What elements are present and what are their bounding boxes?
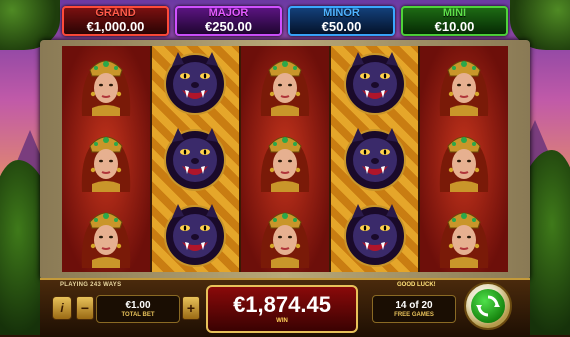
ways-text: PLAYING 243 WAYS [60, 282, 122, 288]
good-luck-text: GOOD LUCK! [397, 282, 436, 288]
reel-2 [151, 46, 240, 272]
decrease-bet-button[interactable]: − [76, 296, 94, 320]
minus-icon: − [80, 300, 90, 316]
woman-symbol [241, 198, 329, 272]
win-label: WIN [276, 318, 288, 324]
free-games-label: FREE GAMES [394, 311, 434, 318]
panther-symbol [331, 46, 419, 120]
jackpot-mini-name: MINI [442, 7, 467, 19]
spin-button-face [471, 289, 505, 323]
woman-symbol [420, 46, 508, 120]
panther-symbol [152, 122, 240, 196]
jackpot-major: MAJOR €250.00 [175, 6, 282, 36]
woman-symbol [62, 122, 150, 196]
woman-symbol [62, 46, 150, 120]
plus-icon: + [186, 300, 196, 316]
woman-symbol [62, 198, 150, 272]
jackpot-mini-value: €10.00 [434, 19, 475, 34]
win-display: €1,874.45 WIN [206, 285, 358, 333]
win-value: €1,874.45 [233, 292, 331, 317]
total-bet-value: €1.00 [125, 299, 151, 311]
free-games-value: 14 of 20 [395, 299, 433, 311]
increase-bet-button[interactable]: + [182, 296, 200, 320]
info-button[interactable]: i [52, 296, 72, 320]
reel-grid [62, 46, 508, 272]
jackpot-mini: MINI €10.00 [401, 6, 508, 36]
reel-5 [420, 46, 508, 272]
woman-symbol [420, 122, 508, 196]
woman-symbol [420, 198, 508, 272]
spin-arrows-icon [476, 295, 500, 317]
reel-3 [241, 46, 329, 272]
total-bet-display: €1.00 TOTAL BET [96, 295, 180, 323]
free-games-display: 14 of 20 FREE GAMES [372, 295, 456, 323]
panther-symbol [331, 198, 419, 272]
reel-4 [330, 46, 419, 272]
jackpot-major-value: €250.00 [205, 19, 252, 34]
jackpot-minor-name: MINOR [323, 7, 360, 19]
spin-button[interactable] [464, 282, 512, 330]
jackpot-grand: GRAND €1,000.00 [62, 6, 169, 36]
panther-symbol [152, 46, 240, 120]
panther-symbol [331, 122, 419, 196]
total-bet-label: TOTAL BET [121, 311, 155, 318]
info-icon: i [60, 301, 64, 315]
panther-symbol [152, 198, 240, 272]
woman-symbol [241, 46, 329, 120]
jackpot-grand-name: GRAND [95, 7, 136, 19]
jackpot-major-name: MAJOR [208, 7, 249, 19]
reel-1 [62, 46, 150, 272]
woman-symbol [241, 122, 329, 196]
jackpot-minor: MINOR €50.00 [288, 6, 395, 36]
control-bar: PLAYING 243 WAYS i − €1.00 TOTAL BET + €… [40, 278, 530, 337]
reel-frame [40, 40, 530, 280]
jackpot-bar: GRAND €1,000.00 MAJOR €250.00 MINOR €50.… [62, 6, 508, 36]
jackpot-grand-value: €1,000.00 [86, 19, 145, 34]
jackpot-minor-value: €50.00 [321, 19, 362, 34]
